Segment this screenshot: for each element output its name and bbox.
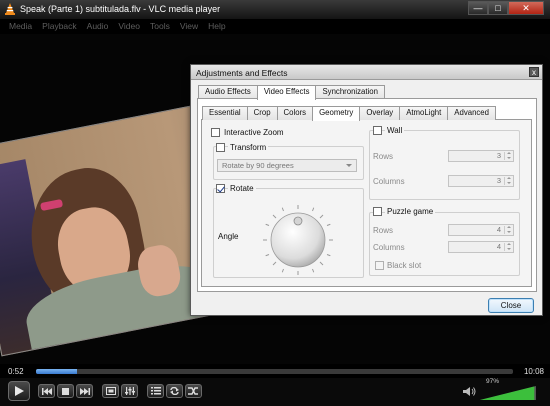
spin-arrows-icon — [504, 226, 512, 234]
next-icon — [79, 387, 90, 395]
spin-arrows-icon — [504, 152, 512, 160]
close-button[interactable]: Close — [488, 298, 534, 313]
maximize-button[interactable]: □ — [488, 1, 508, 15]
wall-checkbox[interactable] — [373, 126, 382, 135]
window-controls: — □ ✕ — [468, 1, 544, 16]
transform-label: Transform — [228, 143, 269, 152]
angle-dial[interactable] — [262, 204, 334, 276]
wall-columns-spinbox[interactable]: 3 — [448, 175, 514, 187]
vlc-window: Speak (Parte 1) subtitulada.flv - VLC me… — [0, 0, 550, 406]
title-bar[interactable]: Speak (Parte 1) subtitulada.flv - VLC me… — [0, 0, 550, 19]
spin-arrows-icon — [504, 177, 512, 185]
tab-essential[interactable]: Essential — [202, 106, 248, 120]
tab-overlay[interactable]: Overlay — [359, 106, 401, 120]
menu-view[interactable]: View — [175, 19, 203, 34]
menu-media[interactable]: Media — [4, 19, 37, 34]
interactive-zoom-label: Interactive Zoom — [224, 128, 284, 137]
transform-select-value: Rotate by 90 degrees — [222, 161, 294, 170]
puzzle-rows-label: Rows — [373, 226, 394, 235]
stop-icon — [62, 387, 69, 395]
chevron-down-icon — [346, 164, 352, 167]
menu-video[interactable]: Video — [113, 19, 145, 34]
interactive-zoom-checkbox[interactable] — [211, 128, 220, 137]
puzzle-columns-label: Columns — [373, 243, 405, 252]
main-tabs: Audio Effects Video Effects Synchronizat… — [198, 85, 385, 100]
loop-icon — [170, 387, 179, 395]
close-window-button[interactable]: ✕ — [508, 1, 544, 15]
transform-select[interactable]: Rotate by 90 degrees — [217, 159, 357, 172]
menu-bar: Media Playback Audio Video Tools View He… — [0, 19, 550, 34]
spin-arrows-icon — [504, 243, 512, 251]
fullscreen-button[interactable] — [102, 384, 119, 398]
seek-slider[interactable] — [36, 369, 513, 374]
menu-help[interactable]: Help — [203, 19, 230, 34]
window-title: Speak (Parte 1) subtitulada.flv - VLC me… — [20, 4, 221, 14]
total-time: 10:08 — [523, 367, 544, 376]
video-subtabs: Essential Crop Colors Geometry Overlay A… — [202, 106, 496, 121]
loop-button[interactable] — [166, 384, 183, 398]
rotate-label: Rotate — [228, 184, 256, 193]
previous-icon — [41, 387, 52, 395]
angle-label: Angle — [218, 232, 239, 241]
wall-columns-label: Columns — [373, 177, 405, 186]
menu-audio[interactable]: Audio — [82, 19, 114, 34]
tab-atmolight[interactable]: AtmoLight — [399, 106, 449, 120]
puzzle-checkbox[interactable] — [373, 207, 382, 216]
tab-synchronization[interactable]: Synchronization — [315, 85, 385, 99]
rotate-checkbox[interactable] — [216, 184, 225, 193]
tab-video-effects[interactable]: Video Effects — [256, 85, 317, 100]
fullscreen-icon — [105, 387, 116, 395]
play-button[interactable] — [8, 381, 30, 401]
dialog-close-icon[interactable]: x — [529, 67, 539, 77]
stop-button[interactable] — [57, 384, 74, 398]
wall-label: Wall — [385, 126, 405, 135]
black-slot-checkbox[interactable] — [375, 261, 384, 270]
volume-slider[interactable] — [480, 386, 536, 400]
equalizer-icon — [124, 387, 135, 395]
playlist-icon — [150, 387, 161, 395]
tab-crop[interactable]: Crop — [246, 106, 278, 120]
tab-geometry[interactable]: Geometry — [312, 106, 361, 121]
shuffle-button[interactable] — [185, 384, 202, 398]
minimize-button[interactable]: — — [468, 1, 488, 15]
play-icon — [15, 386, 24, 396]
elapsed-time: 0:52 — [8, 367, 24, 376]
tab-advanced[interactable]: Advanced — [447, 106, 496, 120]
shuffle-icon — [188, 387, 198, 395]
seek-progress — [36, 369, 78, 374]
next-button[interactable] — [76, 384, 93, 398]
wall-rows-spinbox[interactable]: 3 — [448, 150, 514, 162]
black-slot-label: Black slot — [387, 261, 422, 270]
wall-group — [369, 130, 520, 200]
menu-tools[interactable]: Tools — [145, 19, 175, 34]
volume-level-label: 97% — [486, 378, 500, 385]
tab-colors[interactable]: Colors — [276, 106, 314, 120]
control-bar: 97% — [0, 378, 550, 406]
vlc-cone-icon — [5, 3, 15, 15]
transform-checkbox[interactable] — [216, 143, 225, 152]
wall-rows-label: Rows — [373, 152, 394, 161]
wall-rows-value: 3 — [496, 151, 501, 160]
menu-playback[interactable]: Playback — [37, 19, 82, 34]
previous-button[interactable] — [38, 384, 55, 398]
puzzle-rows-value: 4 — [496, 225, 501, 234]
playlist-button[interactable] — [147, 384, 164, 398]
puzzle-columns-spinbox[interactable]: 4 — [448, 241, 514, 253]
dialog-title: Adjustments and Effects — [196, 68, 288, 78]
tab-audio-effects[interactable]: Audio Effects — [198, 85, 258, 99]
puzzle-label: Puzzle game — [385, 207, 436, 216]
dialog-title-bar[interactable]: Adjustments and Effects x — [191, 65, 542, 80]
puzzle-columns-value: 4 — [496, 242, 501, 251]
seek-row: 0:52 10:08 — [0, 364, 550, 378]
speaker-icon[interactable] — [463, 386, 476, 397]
puzzle-rows-spinbox[interactable]: 4 — [448, 224, 514, 236]
wall-columns-value: 3 — [496, 176, 501, 185]
extended-settings-button[interactable] — [121, 384, 138, 398]
